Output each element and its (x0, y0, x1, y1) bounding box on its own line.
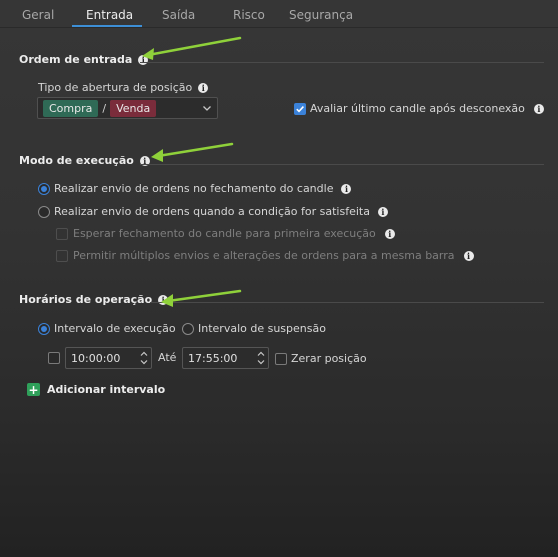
execution-option-candle-close[interactable]: Realizar envio de ordens no fechamento d… (38, 182, 352, 195)
info-icon[interactable]: i (138, 54, 149, 65)
info-icon[interactable]: i (158, 294, 169, 305)
interval-suspension-option[interactable]: Intervalo de suspensão (182, 322, 326, 335)
sub-option-label: Esperar fechamento do candle para primei… (73, 227, 376, 240)
tab-seguranca[interactable]: Segurança (289, 8, 353, 22)
active-tab-indicator (72, 25, 142, 27)
tab-risco[interactable]: Risco (233, 8, 265, 22)
chevron-down-icon[interactable] (139, 359, 149, 366)
position-type-dropdown[interactable]: Compra / Venda (37, 97, 218, 119)
evaluate-last-candle-checkbox[interactable] (294, 102, 306, 115)
info-icon[interactable]: i (533, 103, 544, 114)
radio-candle-close[interactable] (38, 182, 50, 195)
chevron-down-icon[interactable] (256, 359, 266, 366)
sub-option-wait-candle-close[interactable]: Esperar fechamento do candle para primei… (56, 227, 395, 240)
info-icon[interactable]: i (341, 183, 352, 194)
until-label: Até (158, 351, 177, 364)
section-title-text: Modo de execução (19, 154, 134, 167)
radio-interval-execution[interactable] (38, 322, 50, 335)
plus-icon: + (27, 382, 40, 397)
section-title-entry-order: Ordem de entrada i (19, 53, 149, 66)
section-divider (140, 164, 544, 165)
chip-separator: / (102, 101, 107, 115)
chip-sell: Venda (110, 99, 157, 117)
start-time-value: 10:00:00 (71, 351, 121, 365)
radio-condition-met[interactable] (38, 205, 50, 218)
add-interval-button[interactable]: + Adicionar intervalo (27, 383, 165, 396)
reset-position-option[interactable]: Zerar posição (275, 352, 367, 365)
info-icon[interactable]: i (463, 250, 474, 261)
chip-buy: Compra (43, 99, 99, 117)
section-title-operating-hours: Horários de operação i (19, 293, 169, 306)
interval-suspension-label: Intervalo de suspensão (198, 322, 326, 335)
check-icon (296, 105, 304, 113)
end-time-input[interactable]: 17:55:00 (182, 347, 269, 369)
wait-candle-close-checkbox[interactable] (56, 227, 68, 240)
tab-entrada[interactable]: Entrada (86, 8, 133, 22)
start-time-spinner[interactable] (139, 350, 149, 366)
execution-option-condition-met[interactable]: Realizar envio de ordens quando a condiç… (38, 205, 388, 218)
interval-execution-option[interactable]: Intervalo de execução (38, 322, 176, 335)
section-title-text: Horários de operação (19, 293, 153, 306)
annotation-arrow-icon (142, 36, 242, 60)
tab-geral[interactable]: Geral (22, 8, 54, 22)
start-time-input[interactable]: 10:00:00 (65, 347, 152, 369)
execution-option-label: Realizar envio de ordens quando a condiç… (54, 205, 370, 218)
sub-option-multiple-sends[interactable]: Permitir múltiplos envios e alterações d… (56, 249, 474, 262)
tab-saida[interactable]: Saída (162, 8, 195, 22)
evaluate-last-candle-label: Avaliar último candle após desconexão (310, 102, 525, 115)
annotation-arrow-icon (151, 142, 234, 162)
tabs-divider (0, 27, 558, 28)
section-divider (150, 302, 544, 303)
execution-option-label: Realizar envio de ordens no fechamento d… (54, 182, 334, 195)
reset-position-checkbox[interactable] (275, 352, 287, 365)
chevron-up-icon[interactable] (256, 350, 266, 357)
end-time-spinner[interactable] (256, 350, 266, 366)
info-icon[interactable]: i (377, 206, 388, 217)
radio-interval-suspension[interactable] (182, 322, 194, 335)
info-icon[interactable]: i (384, 228, 395, 239)
sub-option-label: Permitir múltiplos envios e alterações d… (73, 249, 455, 262)
interval-enabled-checkbox[interactable] (48, 352, 60, 364)
end-time-value: 17:55:00 (188, 351, 238, 365)
chevron-down-icon (203, 106, 211, 111)
section-title-execution-mode: Modo de execução i (19, 154, 150, 167)
annotation-arrow-icon (161, 289, 242, 307)
multiple-sends-checkbox[interactable] (56, 249, 68, 262)
section-title-text: Ordem de entrada (19, 53, 133, 66)
info-icon[interactable]: i (198, 82, 209, 93)
reset-position-label: Zerar posição (291, 352, 367, 365)
interval-execution-label: Intervalo de execução (54, 322, 176, 335)
evaluate-last-candle-option[interactable]: Avaliar último candle após desconexão i (294, 102, 544, 115)
add-interval-label: Adicionar intervalo (47, 383, 166, 396)
chevron-up-icon[interactable] (139, 350, 149, 357)
section-divider (140, 62, 544, 63)
position-type-label: Tipo de abertura de posição i (38, 81, 209, 94)
position-type-text: Tipo de abertura de posição (38, 81, 193, 94)
